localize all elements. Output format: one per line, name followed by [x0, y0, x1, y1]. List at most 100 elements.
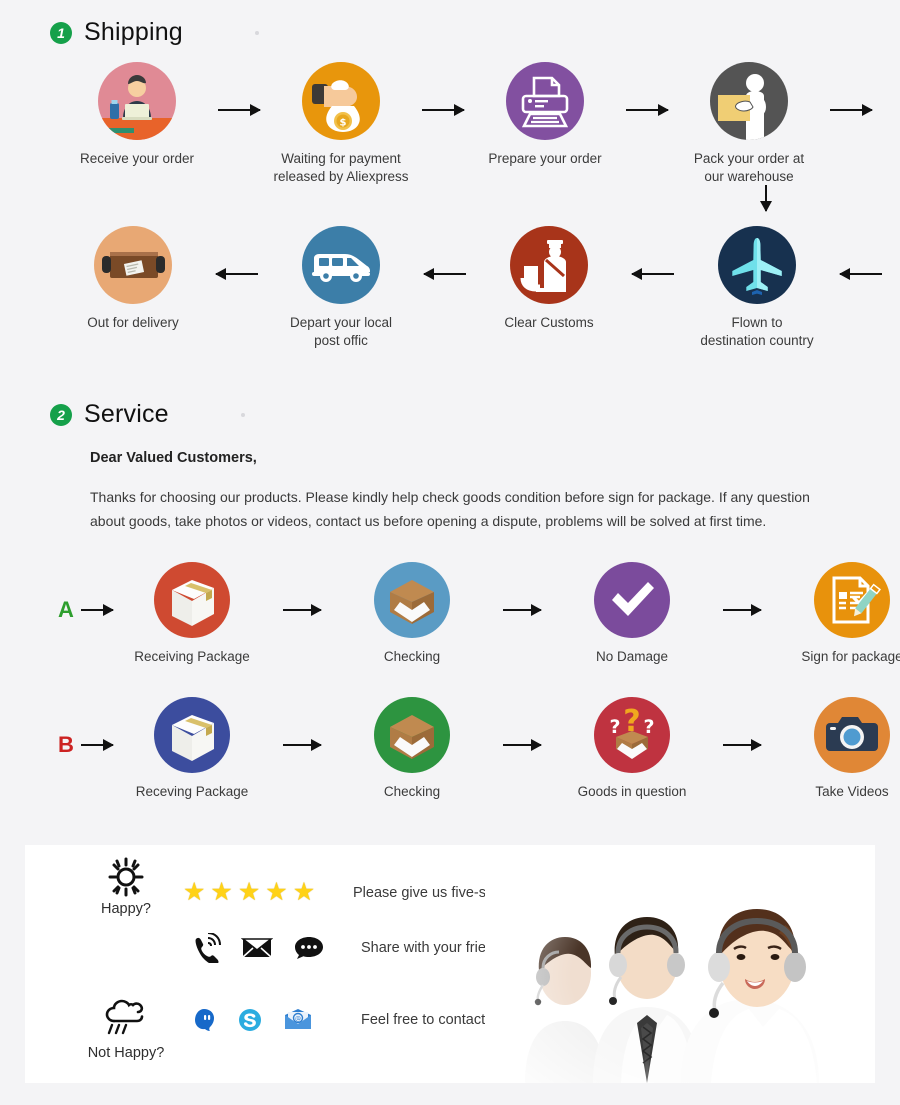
arrow-right-a0: [81, 562, 114, 658]
arrow-right-2: [422, 62, 465, 158]
step-label: Receving Package: [135, 784, 249, 799]
question-box-icon: ? ? ?: [594, 697, 670, 773]
service-step-receiving-package-a: Receiving Package: [117, 562, 267, 666]
step-label: Clear Customs: [504, 315, 594, 330]
shipping-section-header: 1 Shipping: [50, 18, 259, 47]
arrow-right-b2: [503, 697, 542, 793]
service-step-take-videos: Take Videos: [777, 697, 900, 801]
shipping-step-flown-to-destination: Flown to destination country: [682, 226, 832, 350]
step-label: Prepare your order: [488, 151, 602, 166]
email-message-icon[interactable]: @: [283, 1007, 313, 1033]
not-happy-label: Not Happy?: [87, 1045, 165, 1061]
shipping-flow-row-2: Out for delivery Depart your local post …: [58, 226, 900, 350]
step-label: Out for delivery: [87, 315, 179, 330]
person-at-desk-icon: [98, 62, 176, 140]
service-step-receiving-package-b: Receving Package: [117, 697, 267, 801]
open-box-icon: [374, 697, 450, 773]
step-label: Waiting for payment released by Aliexpre…: [273, 151, 409, 185]
section-number-badge: 1: [50, 21, 72, 44]
shipping-step-picked-up: Picked up by mail service: [878, 62, 900, 186]
shipping-step-processed-sort-facility: Processed through sort facility: [890, 226, 900, 350]
shipping-step-prepare-order: Prepare your order: [470, 62, 620, 168]
svg-text:?: ?: [643, 716, 654, 738]
step-label: Pack your order at our warehouse: [693, 151, 805, 185]
arrow-right-a3: [723, 562, 762, 658]
speech-bubble-icon[interactable]: [293, 935, 325, 961]
step-label: Receive your order: [79, 151, 195, 166]
decorative-dot: [254, 30, 259, 35]
svg-text:$: $: [340, 118, 347, 129]
arrow-right-4: [830, 62, 873, 158]
printer-icon: [506, 62, 584, 140]
checkmark-icon: [594, 562, 670, 638]
arrow-right-1: [218, 62, 261, 158]
qq-messenger-icon[interactable]: [191, 1007, 217, 1033]
step-label: Processed through sort facility: [890, 314, 900, 350]
customs-officer-icon: [510, 226, 588, 304]
open-box-icon: [374, 562, 450, 638]
arrow-right-b0: [81, 697, 114, 793]
star-icon[interactable]: ★: [265, 880, 287, 905]
customer-service-team-photo: [485, 845, 875, 1083]
star-icon[interactable]: ★: [210, 880, 232, 905]
star-icon[interactable]: ★: [293, 880, 315, 905]
shipping-step-receive-order: Receive your order: [62, 62, 212, 168]
svg-text:@: @: [295, 1016, 301, 1023]
service-section-header: 2 Service: [50, 400, 245, 429]
sealed-box-icon: [154, 562, 230, 638]
sun-icon: [108, 857, 144, 897]
service-flow-row-b: B Receving Package Checking ? ? ? Goods …: [55, 697, 900, 819]
product-description-page: 1 Shipping Receive your order $ Waiting …: [0, 0, 900, 1105]
hand-money-bag-icon: $: [302, 62, 380, 140]
not-happy-row: Not Happy? @ Feel free to contact us: [85, 997, 509, 1061]
step-label: Depart your local post offic: [289, 315, 393, 349]
step-label: Sign for package: [801, 649, 900, 664]
flow-marker-b: B: [58, 732, 74, 757]
section-title: Service: [84, 400, 169, 428]
arrow-right-b3: [723, 697, 762, 793]
arrow-right-3: [626, 62, 669, 158]
arrow-right-b1: [283, 697, 322, 793]
step-label: No Damage: [595, 649, 669, 664]
happy-label: Happy?: [101, 901, 151, 917]
package-van-box-icon: [94, 226, 172, 304]
star-icon[interactable]: ★: [183, 880, 205, 905]
arrow-left-4: [839, 226, 882, 322]
service-step-checking-b: Checking: [337, 697, 487, 801]
rating-text: Please give us five-star: [353, 884, 503, 901]
step-label: Goods in question: [577, 784, 687, 799]
feedback-content: x ★ ★ ★ ★ ★ Please give us five-star: [85, 857, 509, 1061]
phone-ringing-icon[interactable]: [191, 933, 221, 963]
page-title: Shipping: [84, 18, 183, 46]
shipping-step-pack-order: Pack your order at our warehouse: [674, 62, 824, 186]
share-icon-group: [191, 933, 361, 963]
shipping-step-waiting-payment: $ Waiting for payment released by Aliexp…: [266, 62, 416, 186]
van-icon: [302, 226, 380, 304]
service-step-goods-in-question: ? ? ? Goods in question: [557, 697, 707, 801]
shipping-flow-row-1: Receive your order $ Waiting for payment…: [62, 62, 900, 186]
envelope-icon[interactable]: [241, 935, 273, 961]
service-paragraph: Thanks for choosing our products. Please…: [90, 489, 810, 529]
feedback-panel: x ★ ★ ★ ★ ★ Please give us five-star: [25, 845, 875, 1083]
step-label: Checking: [383, 784, 441, 799]
signed-document-icon: [814, 562, 890, 638]
star-icon[interactable]: ★: [238, 880, 260, 905]
section-number-badge: 2: [50, 403, 72, 426]
shipping-step-clear-customs: Clear Customs: [474, 226, 624, 332]
step-label: Take Videos: [815, 784, 889, 799]
worker-packing-icon: [710, 62, 788, 140]
shipping-step-out-for-delivery: Out for delivery: [58, 226, 208, 332]
not-happy-mood: Not Happy?: [85, 997, 167, 1061]
arrow-left-2: [423, 226, 466, 322]
arrow-left-1: [215, 226, 258, 322]
skype-icon[interactable]: [237, 1007, 263, 1033]
service-step-no-damage: No Damage: [557, 562, 707, 666]
arrow-left-3: [631, 226, 674, 322]
sealed-box-icon: [154, 697, 230, 773]
step-label: Flown to destination country: [700, 315, 814, 349]
star-rating[interactable]: ★ ★ ★ ★ ★: [183, 880, 353, 905]
svg-text:?: ?: [609, 716, 620, 738]
rain-cloud-icon: [105, 999, 144, 1035]
service-flow-row-a: A Receiving Package Checking No Damage S…: [55, 562, 900, 666]
greeting-text: Dear Valued Customers,: [90, 450, 257, 466]
